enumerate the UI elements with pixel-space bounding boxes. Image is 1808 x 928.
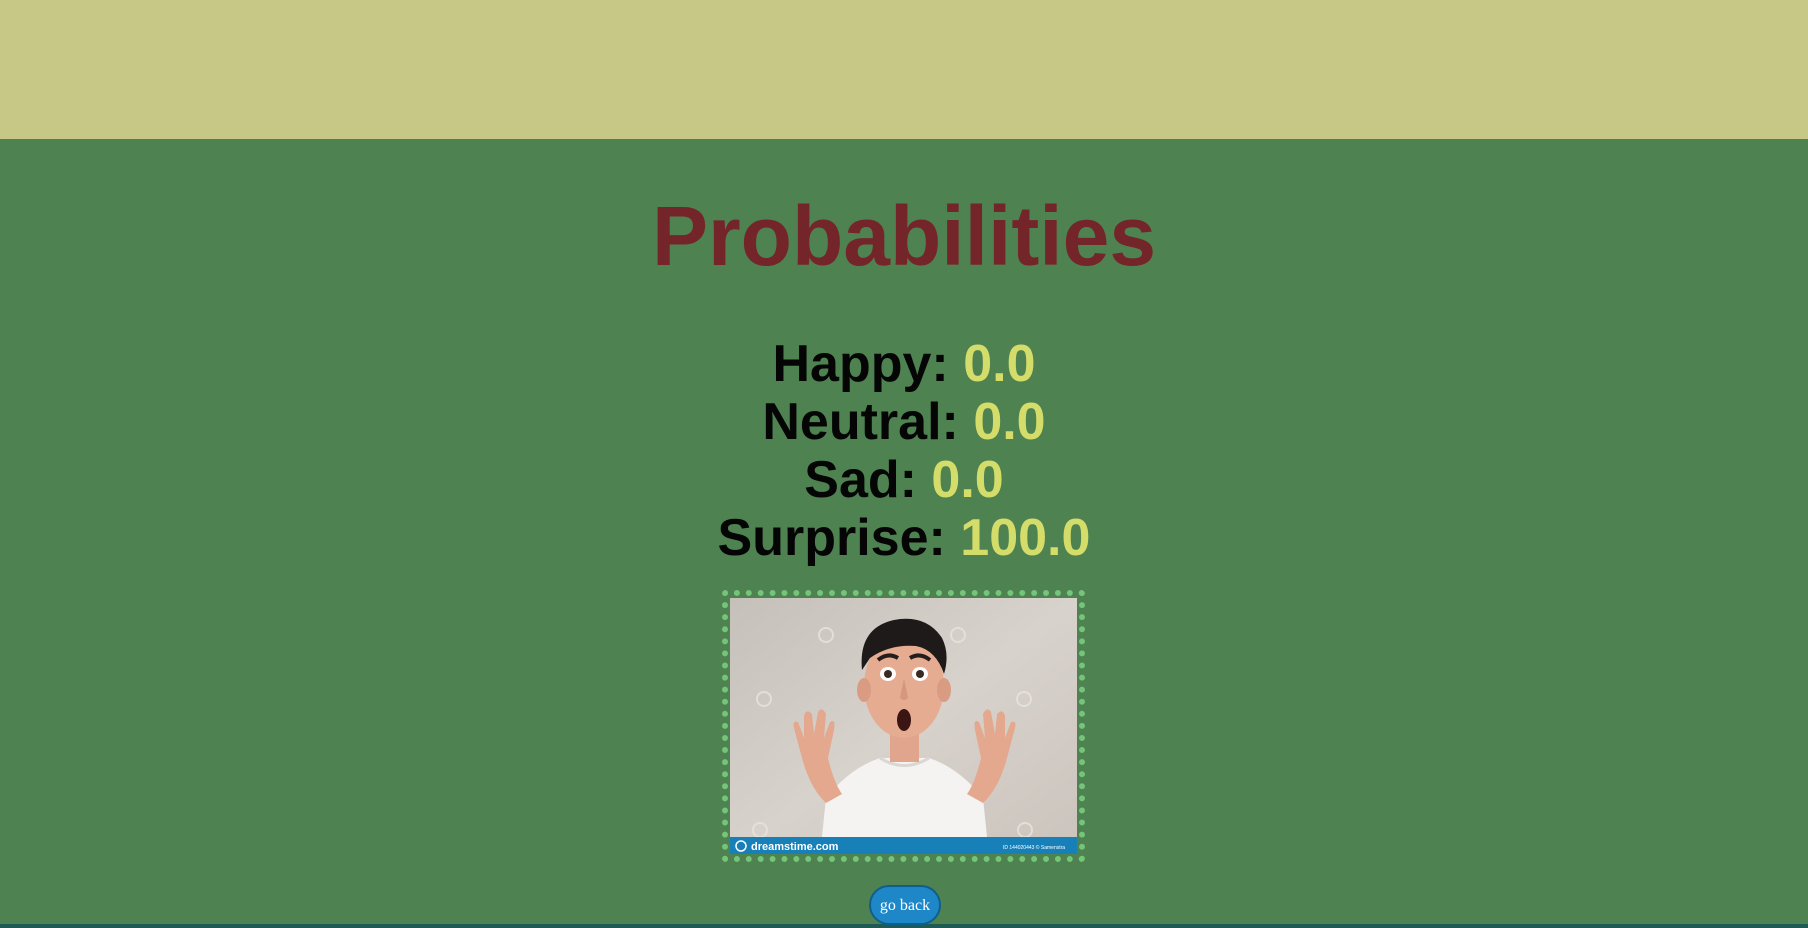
probability-row-neutral: Neutral: 0.0: [0, 393, 1808, 451]
go-back-button[interactable]: go back: [869, 885, 941, 925]
probability-value: 0.0: [973, 393, 1046, 451]
probability-row-happy: Happy: 0.0: [0, 335, 1808, 393]
probability-label: Surprise:: [717, 509, 946, 567]
probability-label: Sad:: [804, 451, 917, 509]
photo-stock-id: ID 144020443 © Samenstra: [1003, 844, 1065, 851]
photo-frame: dreamstime.com ID 144020443 © Samenstra: [722, 590, 1085, 862]
probability-row-sad: Sad: 0.0: [0, 451, 1808, 509]
probability-row-surprise: Surprise: 100.0: [0, 509, 1808, 567]
uploaded-photo: dreamstime.com ID 144020443 © Samenstra: [730, 598, 1077, 854]
probability-value: 100.0: [960, 509, 1091, 567]
top-banner: [0, 0, 1808, 139]
probability-label: Happy:: [772, 335, 949, 393]
photo-watermark: dreamstime.com: [751, 841, 839, 853]
probability-value: 0.0: [963, 335, 1036, 393]
page-title: Probabilities: [651, 189, 1157, 283]
probability-value: 0.0: [931, 451, 1004, 509]
probability-label: Neutral:: [762, 393, 959, 451]
probability-list: Happy: 0.0 Neutral: 0.0 Sad: 0.0 Surpris…: [0, 335, 1808, 567]
photo-illustration: dreamstime.com ID 144020443 © Samenstra: [730, 598, 1077, 854]
